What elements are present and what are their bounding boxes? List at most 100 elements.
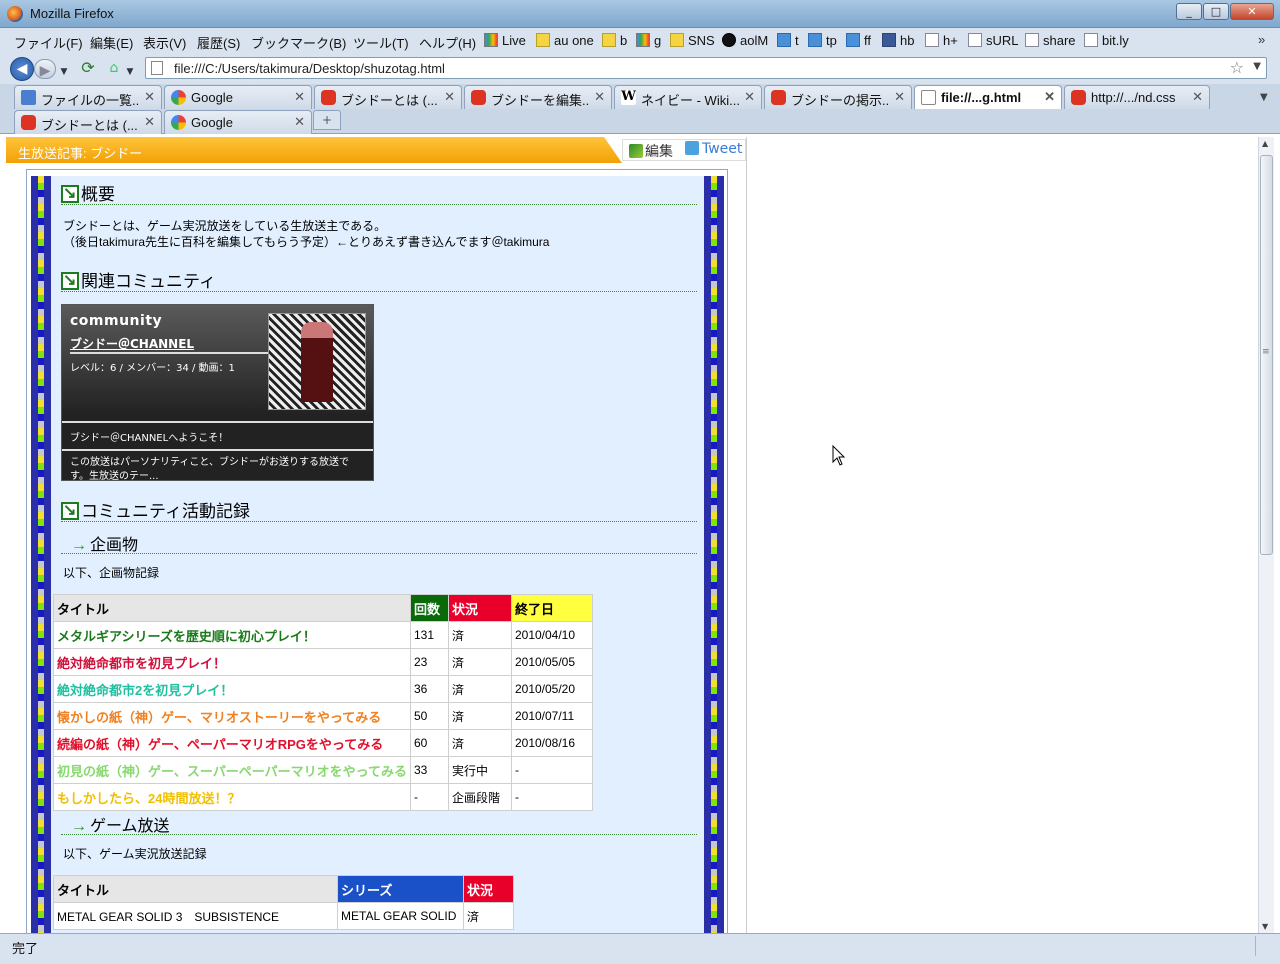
- bookmarks-overflow-icon[interactable]: »: [1258, 32, 1265, 47]
- article-tools: 編集 Tweet: [622, 139, 746, 161]
- folder-icon: [670, 33, 684, 47]
- tab-close-icon[interactable]: ✕: [744, 89, 755, 105]
- menu-help[interactable]: ヘルプ(H): [419, 33, 476, 52]
- window-titlebar: Mozilla Firefox _ □ ✕: [0, 0, 1280, 28]
- forward-button[interactable]: ▶: [34, 59, 56, 79]
- tab-close-icon[interactable]: ✕: [294, 89, 305, 105]
- tweet-button[interactable]: Tweet: [685, 141, 742, 157]
- vertical-scrollbar[interactable]: ▲ ≡ ▼: [1258, 137, 1274, 933]
- tab-close-icon[interactable]: ✕: [1044, 89, 1055, 105]
- tab-4[interactable]: W ネイビー - Wiki... ✕: [614, 85, 762, 109]
- edit-icon: [629, 144, 643, 158]
- tab-list-icon[interactable]: ▼: [1260, 92, 1268, 103]
- row-count: 131: [409, 621, 449, 649]
- menu-view[interactable]: 表示(V): [143, 33, 186, 52]
- tab-close-icon[interactable]: ✕: [144, 89, 155, 105]
- menu-bookmarks[interactable]: ブックマーク(B): [251, 33, 346, 52]
- scroll-down-icon[interactable]: ▼: [1262, 922, 1268, 931]
- bookmark-icon: [602, 33, 616, 47]
- firefox-icon: [7, 6, 23, 22]
- menu-tools[interactable]: ツール(T): [353, 33, 409, 52]
- tab-5[interactable]: ブシドーの掲示... ✕: [764, 85, 912, 109]
- tab-0[interactable]: ファイルの一覧... ✕: [14, 85, 162, 109]
- minimize-button[interactable]: _: [1176, 3, 1202, 20]
- community-name-link[interactable]: ブシドー＠CHANNEL: [70, 335, 194, 352]
- tab-close-icon[interactable]: ✕: [444, 89, 455, 105]
- section-heading-overview: 概要: [61, 180, 115, 205]
- menu-bar: ファイル(F) 編集(E) 表示(V) 履歴(S) ブックマーク(B) ツール(…: [0, 28, 1280, 54]
- mouse-cursor-icon: [832, 445, 846, 466]
- bookmark-surl[interactable]: sURL: [968, 33, 1019, 48]
- bookmark-t[interactable]: t: [777, 33, 799, 48]
- tab-3[interactable]: ブシドーを編集... ✕: [464, 85, 612, 109]
- col-status: 状況: [447, 594, 512, 622]
- bookmark-ff[interactable]: ff: [846, 33, 871, 48]
- scroll-up-icon[interactable]: ▲: [1262, 139, 1268, 148]
- bookmark-icon: [536, 33, 550, 47]
- bookmark-hb[interactable]: hb: [882, 33, 914, 48]
- tab-close-icon[interactable]: ✕: [144, 114, 155, 130]
- bookmark-icon: [484, 33, 498, 47]
- menu-history[interactable]: 履歴(S): [197, 33, 240, 52]
- menu-file[interactable]: ファイル(F): [14, 33, 83, 52]
- row-count: 50: [409, 702, 449, 730]
- arrow-right-icon: →: [71, 818, 87, 835]
- bookmark-share[interactable]: share: [1025, 33, 1076, 48]
- tab-label: ネイビー - Wiki...: [641, 93, 739, 108]
- row-title: 初見の紙（神）ゲー、スーパーペーパーマリオをやってみる: [53, 756, 411, 784]
- community-card[interactable]: community ブシドー＠CHANNEL レベル：6 / メンバー：34 /…: [61, 304, 374, 481]
- subheading-kikaku: → 企画物: [71, 537, 139, 554]
- tab-label: ブシドーの掲示...: [791, 93, 889, 108]
- community-welcome: ブシドー＠CHANNELへようこそ！: [70, 433, 229, 444]
- tab-7[interactable]: http://.../nd.css ✕: [1064, 85, 1210, 109]
- bookmark-auone[interactable]: au one: [536, 33, 594, 48]
- page-icon: [1084, 33, 1098, 47]
- community-thumbnail[interactable]: [268, 313, 366, 410]
- row-series: METAL GEAR SOLID: [337, 902, 464, 930]
- new-tab-button[interactable]: +: [313, 110, 341, 130]
- tab-row2-0[interactable]: ブシドーとは (... ✕: [14, 110, 162, 134]
- row-status: 実行中: [447, 756, 512, 784]
- bookmark-hplus[interactable]: h+: [925, 33, 958, 48]
- tab-close-icon[interactable]: ✕: [1192, 89, 1203, 105]
- tab-favicon-icon: [771, 90, 786, 105]
- tab-favicon-icon: [921, 90, 936, 105]
- bookmark-bitly[interactable]: bit.ly: [1084, 33, 1129, 48]
- home-icon[interactable]: ⌂: [102, 57, 126, 81]
- address-url[interactable]: file:///C:/Users/takimura/Desktop/shuzot…: [174, 61, 445, 76]
- url-dropdown-icon[interactable]: ▼: [1253, 61, 1261, 72]
- menu-edit[interactable]: 編集(E): [90, 33, 133, 52]
- home-dropdown-icon[interactable]: ▼: [124, 61, 136, 85]
- tab-row2-1[interactable]: Google ✕: [164, 110, 312, 134]
- tab-favicon-icon: [171, 90, 186, 105]
- subheading-game: → ゲーム放送: [71, 818, 170, 835]
- tab-2[interactable]: ブシドーとは (... ✕: [314, 85, 462, 109]
- tab-6[interactable]: file://...g.html ✕: [914, 85, 1062, 109]
- bookmark-b[interactable]: b: [602, 33, 627, 48]
- row-title: もしかしたら、24時間放送！？: [53, 783, 411, 811]
- bookmark-star-icon[interactable]: ☆: [1230, 58, 1244, 77]
- bookmark-live[interactable]: Live: [484, 33, 526, 48]
- bookmark-g[interactable]: g: [636, 33, 661, 48]
- row-title: 絶対絶命都市2を初見プレイ！: [53, 675, 411, 703]
- maximize-button[interactable]: □: [1203, 3, 1229, 20]
- history-dropdown-icon[interactable]: ▼: [58, 61, 70, 77]
- edit-button[interactable]: 編集: [629, 141, 673, 161]
- tab-close-icon[interactable]: ✕: [294, 114, 305, 130]
- article-body: 概要 ブシドーとは、ゲーム実況放送をしている生放送主である。 （後日takimu…: [26, 169, 728, 933]
- tab-favicon-icon: W: [621, 89, 636, 105]
- row-end-date: 2010/07/11: [510, 702, 593, 730]
- status-bar: 完了: [0, 933, 1280, 964]
- back-button[interactable]: ◀: [10, 57, 34, 81]
- bookmark-sns[interactable]: SNS: [670, 33, 715, 48]
- tab-close-icon[interactable]: ✕: [594, 89, 605, 105]
- close-window-button[interactable]: ✕: [1230, 3, 1274, 20]
- hatena-icon: [882, 33, 896, 47]
- tab-label: ブシドーを編集...: [491, 93, 589, 108]
- tab-1[interactable]: Google ✕: [164, 85, 312, 109]
- bookmark-aolm[interactable]: aolM: [722, 33, 768, 48]
- tab-close-icon[interactable]: ✕: [894, 89, 905, 105]
- address-bar[interactable]: file:///C:/Users/takimura/Desktop/shuzot…: [145, 57, 1267, 79]
- reload-icon[interactable]: ⟳: [76, 57, 100, 81]
- bookmark-tp[interactable]: tp: [808, 33, 837, 48]
